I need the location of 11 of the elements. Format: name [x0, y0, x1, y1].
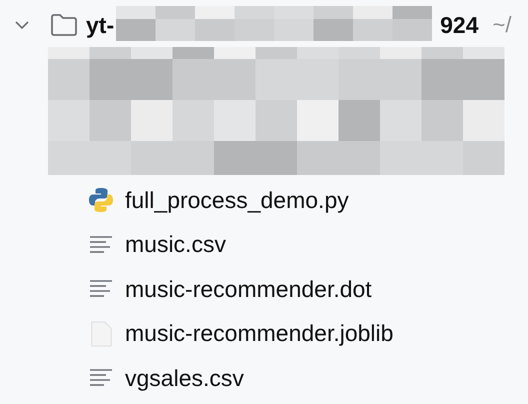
- python-icon: [88, 187, 114, 214]
- folder-name: yt-: [86, 12, 114, 38]
- folder-path: ~/: [492, 12, 512, 38]
- chevron-icon[interactable]: [14, 20, 30, 30]
- file-name[interactable]: music-recommender.joblib: [125, 320, 394, 348]
- file-name[interactable]: full_process_demo.py: [125, 186, 349, 214]
- folder-name: 924: [440, 12, 478, 38]
- file-name[interactable]: music.csv: [125, 231, 226, 258]
- file-name[interactable]: vgsales.csv: [125, 364, 244, 392]
- file-name[interactable]: music-recommender.dot: [125, 276, 372, 303]
- folder-icon: [50, 13, 78, 37]
